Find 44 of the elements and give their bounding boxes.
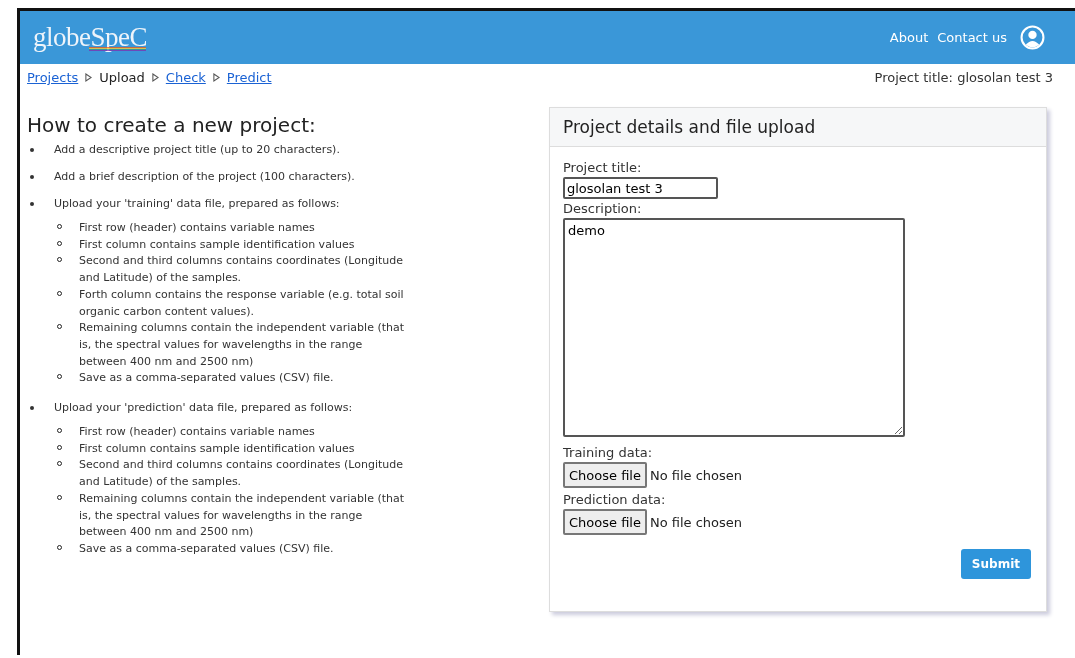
breadcrumb-link[interactable]: Projects — [27, 70, 79, 85]
user-account-icon[interactable] — [1020, 25, 1045, 50]
instruction-text: Upload your 'prediction' data file, prepared as follows: — [54, 401, 353, 415]
chevron-icon — [212, 73, 220, 82]
field-label: Training data: — [563, 445, 654, 460]
chevron-icon — [85, 73, 93, 82]
instruction-text: Add a descriptive project title (up to 20 characters). — [54, 143, 340, 156]
submit-button[interactable]: Submit — [960, 549, 1031, 579]
choose-file-button[interactable]: Choose file — [563, 462, 647, 488]
instruction-text: Forth column contains the response variable (e.g. total soil organic carbon content values). — [79, 286, 405, 320]
instruction-text: First row (header) contains variable names — [79, 220, 316, 236]
instruction-text: Second and third columns contains coordinates (Longitude and Latitude) of the samples. — [79, 253, 404, 287]
nav-link[interactable]: About — [889, 30, 929, 45]
instructions-heading: How to create a new project: — [27, 113, 317, 137]
title-field[interactable]: glosolan test 3 — [563, 177, 718, 199]
instruction-text: First row (header) contains variable names — [79, 424, 316, 441]
breadcrumb-link[interactable]: Check — [165, 70, 206, 85]
instruction-text: Second and third columns contains coordinates (Longitude and Latitude) of the samples. — [79, 457, 404, 491]
instruction-text: First column contains sample identification values — [79, 440, 356, 457]
description-field[interactable]: demo — [563, 218, 905, 437]
breadcrumb-current: Upload — [99, 70, 145, 85]
instruction-text: Save as a comma-separated values (CSV) file. — [79, 370, 335, 387]
field-label: Prediction data: — [563, 492, 667, 507]
choose-file-button[interactable]: Choose file — [563, 509, 647, 535]
bullet-icon — [30, 405, 34, 410]
instruction-text: Upload your 'training' data file, prepared as follows: — [54, 197, 340, 210]
file-status-text: No file chosen — [649, 514, 743, 530]
rainbow-stripe-icon — [89, 47, 146, 51]
card-title: Project details and file upload — [550, 108, 1046, 147]
instruction-text: Save as a comma-separated values (CSV) file. — [79, 540, 335, 557]
bullet-icon — [30, 147, 34, 152]
file-status-text: No file chosen — [649, 467, 743, 483]
instruction-text: Add a brief description of the project (100 characters). — [54, 170, 355, 183]
field-label: Description: — [563, 201, 643, 216]
nav-link[interactable]: Contact us — [937, 30, 1007, 45]
instruction-text: Remaining columns contain the independent variable (that is, the spectral values for wavelengths in the range between 400 nm and 2500 nm) — [79, 320, 406, 370]
breadcrumb-link[interactable]: Predict — [226, 70, 272, 85]
instruction-text: Remaining columns contain the independent variable (that is, the spectral values for wavelengths in the range between 400 nm and 2500 nm) — [79, 490, 406, 541]
project-title-text: Project title: glosolan test 3 — [874, 70, 1053, 85]
instruction-text: First column contains sample identification values — [79, 236, 356, 253]
field-label: Project title: — [563, 160, 643, 175]
chevron-icon — [151, 73, 159, 82]
bullet-icon — [30, 201, 34, 206]
bullet-icon — [30, 174, 34, 179]
